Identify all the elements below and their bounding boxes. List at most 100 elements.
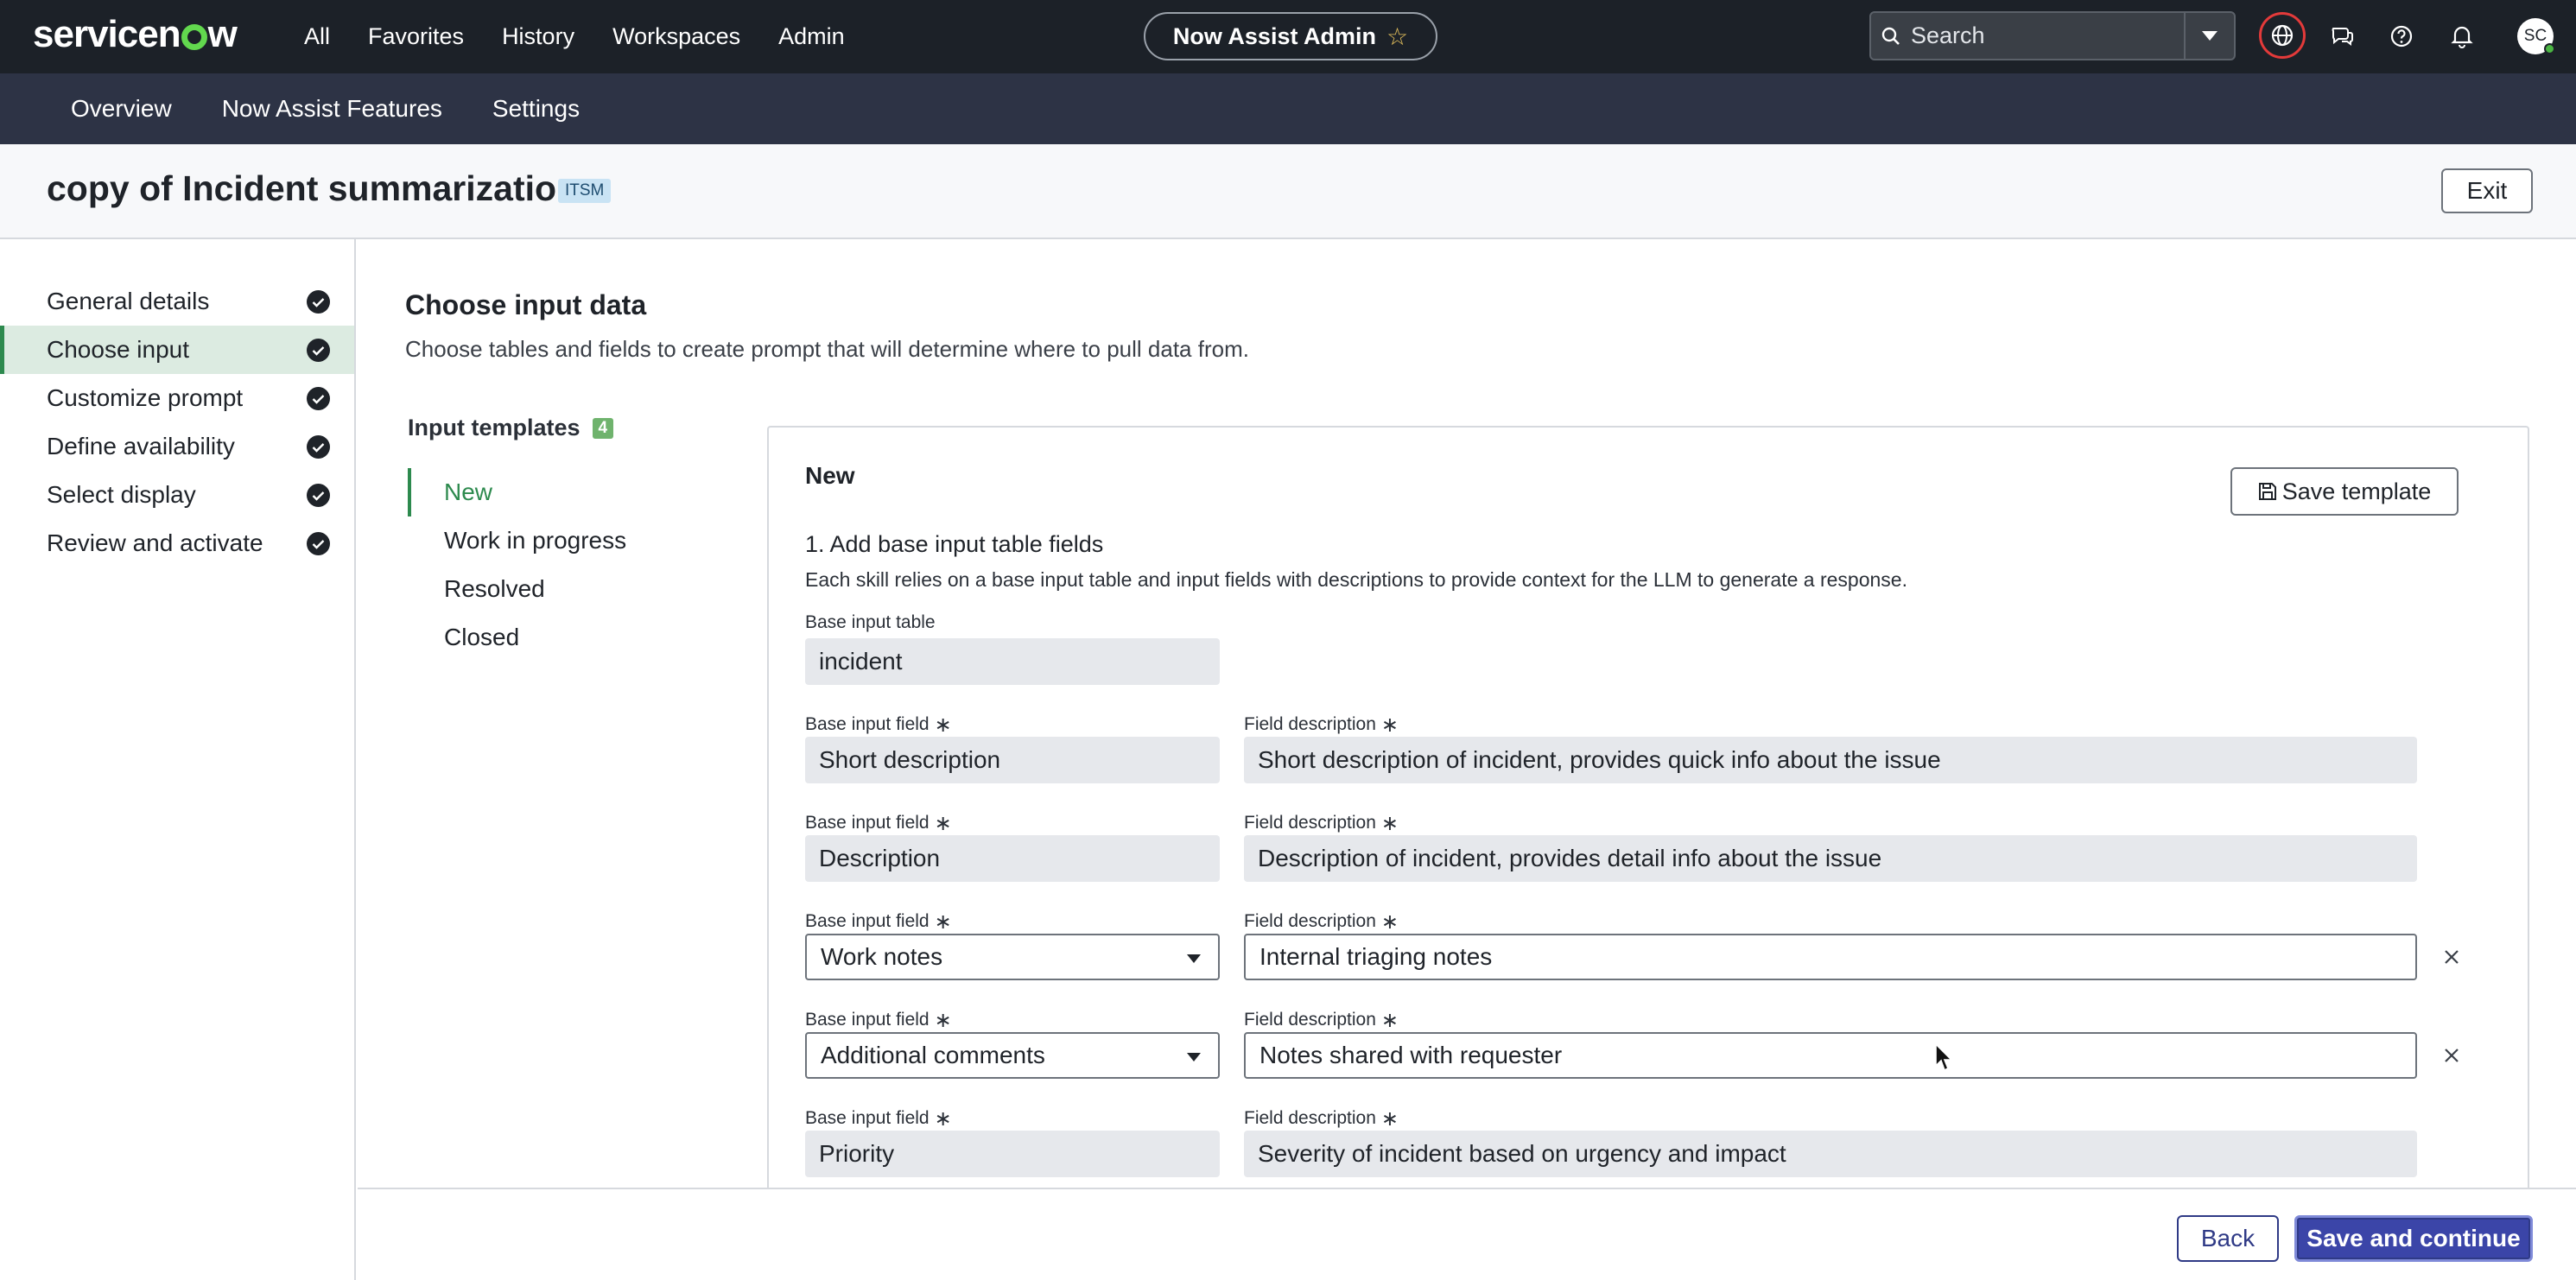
search-scope-dropdown[interactable]	[2184, 13, 2234, 59]
field-description-input[interactable]: Notes shared with requester	[1244, 1032, 2417, 1079]
itsm-badge: ITSM	[558, 179, 612, 203]
bell-icon[interactable]	[2443, 17, 2481, 55]
required-mark: ∗	[934, 713, 952, 737]
remove-row-icon[interactable]	[2438, 943, 2465, 971]
wizard-steps: General details Choose input Customize p…	[0, 239, 356, 1280]
page-title: copy of Incident summarization	[47, 168, 579, 208]
label-text: Field description	[1244, 1108, 1376, 1128]
chat-icon[interactable]	[2324, 17, 2362, 55]
template-card: New Save template 1. Add base input tabl…	[767, 426, 2529, 1194]
section-subtitle: Choose tables and fields to create promp…	[405, 336, 1249, 362]
logo-text: servicen	[33, 13, 181, 55]
template-resolved[interactable]: Resolved	[408, 565, 667, 613]
field-description-label: Field description ∗	[1244, 711, 1399, 737]
save-template-button[interactable]: Save template	[2230, 467, 2459, 516]
check-circle-icon	[307, 532, 330, 555]
base-input-field: Short description	[805, 737, 1220, 783]
menu-admin[interactable]: Admin	[778, 23, 845, 50]
template-work-in-progress[interactable]: Work in progress	[408, 516, 667, 565]
base-input-field-select[interactable]: Additional comments	[805, 1032, 1220, 1079]
main-content: Choose input data Choose tables and fiel…	[358, 239, 2576, 1194]
globe-icon[interactable]	[2259, 12, 2306, 59]
field-description-input[interactable]: Internal triaging notes	[1244, 934, 2417, 980]
base-input-field-label: Base input field ∗	[805, 908, 952, 934]
save-icon	[2258, 483, 2276, 500]
base-input-field-label: Base input field ∗	[805, 1105, 952, 1131]
page-header: copy of Incident summarization ITSM Exit	[0, 144, 2576, 239]
field-description: Description of incident, provides detail…	[1244, 835, 2417, 882]
required-mark: ∗	[934, 812, 952, 835]
required-mark: ∗	[1380, 713, 1399, 737]
base-input-field-select[interactable]: Work notes	[805, 934, 1220, 980]
step-label: Review and activate	[47, 529, 263, 556]
exit-button[interactable]: Exit	[2441, 168, 2533, 213]
field-description-label: Field description ∗	[1244, 1105, 1399, 1131]
label-text: Field description	[1244, 1010, 1376, 1030]
card-title: New	[805, 462, 855, 489]
global-search	[1869, 11, 2236, 60]
subnav-overview[interactable]: Overview	[71, 95, 172, 123]
caret-down-icon	[1187, 954, 1201, 963]
required-mark: ∗	[1380, 910, 1399, 934]
step-label: Select display	[47, 481, 196, 508]
star-icon[interactable]: ☆	[1386, 22, 1408, 51]
step-general-details[interactable]: General details	[0, 277, 354, 326]
subnav-now-assist-features[interactable]: Now Assist Features	[222, 95, 442, 123]
field-description-label: Field description ∗	[1244, 908, 1399, 934]
avatar-initials: SC	[2523, 27, 2547, 45]
online-status-dot	[2544, 43, 2555, 54]
save-and-continue-button[interactable]: Save and continue	[2294, 1215, 2533, 1262]
base-table-field: incident	[805, 638, 1220, 685]
step-customize-prompt[interactable]: Customize prompt	[0, 374, 354, 422]
field-description: Short description of incident, provides …	[1244, 737, 2417, 783]
label-text: Base input field	[805, 1010, 930, 1030]
label-text: Field description	[1244, 714, 1376, 734]
step-select-display[interactable]: Select display	[0, 471, 354, 519]
section-title: Choose input data	[405, 289, 647, 320]
step-label: Choose input	[47, 336, 190, 363]
help-icon[interactable]	[2382, 17, 2421, 55]
required-mark: ∗	[1380, 1107, 1399, 1131]
template-new[interactable]: New	[408, 468, 667, 516]
context-title: Now Assist Admin	[1172, 22, 1376, 49]
label-text: Base input field	[805, 714, 930, 734]
label-text: Field description	[1244, 813, 1376, 833]
menu-all[interactable]: All	[304, 23, 330, 50]
back-button[interactable]: Back	[2177, 1215, 2279, 1262]
secondary-navbar: Overview Now Assist Features Settings	[0, 73, 2576, 144]
search-input[interactable]	[1911, 22, 2170, 49]
mouse-cursor-icon	[1935, 1043, 1953, 1072]
select-value: Work notes	[821, 943, 943, 970]
save-template-label: Save template	[2281, 478, 2432, 504]
subnav-settings[interactable]: Settings	[492, 95, 580, 123]
main-menu: All Favorites History Workspaces Admin	[304, 0, 883, 73]
base-input-field-label: Base input field ∗	[805, 711, 952, 737]
menu-favorites[interactable]: Favorites	[368, 23, 464, 50]
label-text: Base input field	[805, 911, 930, 931]
search-icon	[1871, 27, 1911, 46]
context-title-pill[interactable]: Now Assist Admin ☆	[1144, 12, 1437, 60]
input-templates-heading: Input templates 4	[408, 415, 614, 441]
check-circle-icon	[307, 339, 330, 362]
base-input-field: Description	[805, 835, 1220, 882]
menu-workspaces[interactable]: Workspaces	[612, 23, 740, 50]
step-define-availability[interactable]: Define availability	[0, 422, 354, 471]
label-text: Base input field	[805, 813, 930, 833]
avatar[interactable]: SC	[2517, 18, 2555, 54]
check-circle-icon	[307, 435, 330, 459]
template-closed[interactable]: Closed	[408, 613, 667, 662]
base-input-field-label: Base input field ∗	[805, 809, 952, 835]
remove-row-icon[interactable]	[2438, 1042, 2465, 1069]
required-mark: ∗	[934, 1009, 952, 1032]
step-choose-input[interactable]: Choose input	[0, 326, 354, 374]
caret-down-icon	[1187, 1053, 1201, 1061]
select-value: Additional comments	[821, 1042, 1045, 1068]
base-table-label: Base input table	[805, 612, 936, 632]
base-input-field: Priority	[805, 1131, 1220, 1177]
field-description-label: Field description ∗	[1244, 1006, 1399, 1032]
step-review-and-activate[interactable]: Review and activate	[0, 519, 354, 567]
input-templates-label: Input templates	[408, 415, 581, 440]
servicenow-logo[interactable]: servicen w	[33, 12, 238, 57]
check-circle-icon	[307, 290, 330, 314]
menu-history[interactable]: History	[502, 23, 574, 50]
